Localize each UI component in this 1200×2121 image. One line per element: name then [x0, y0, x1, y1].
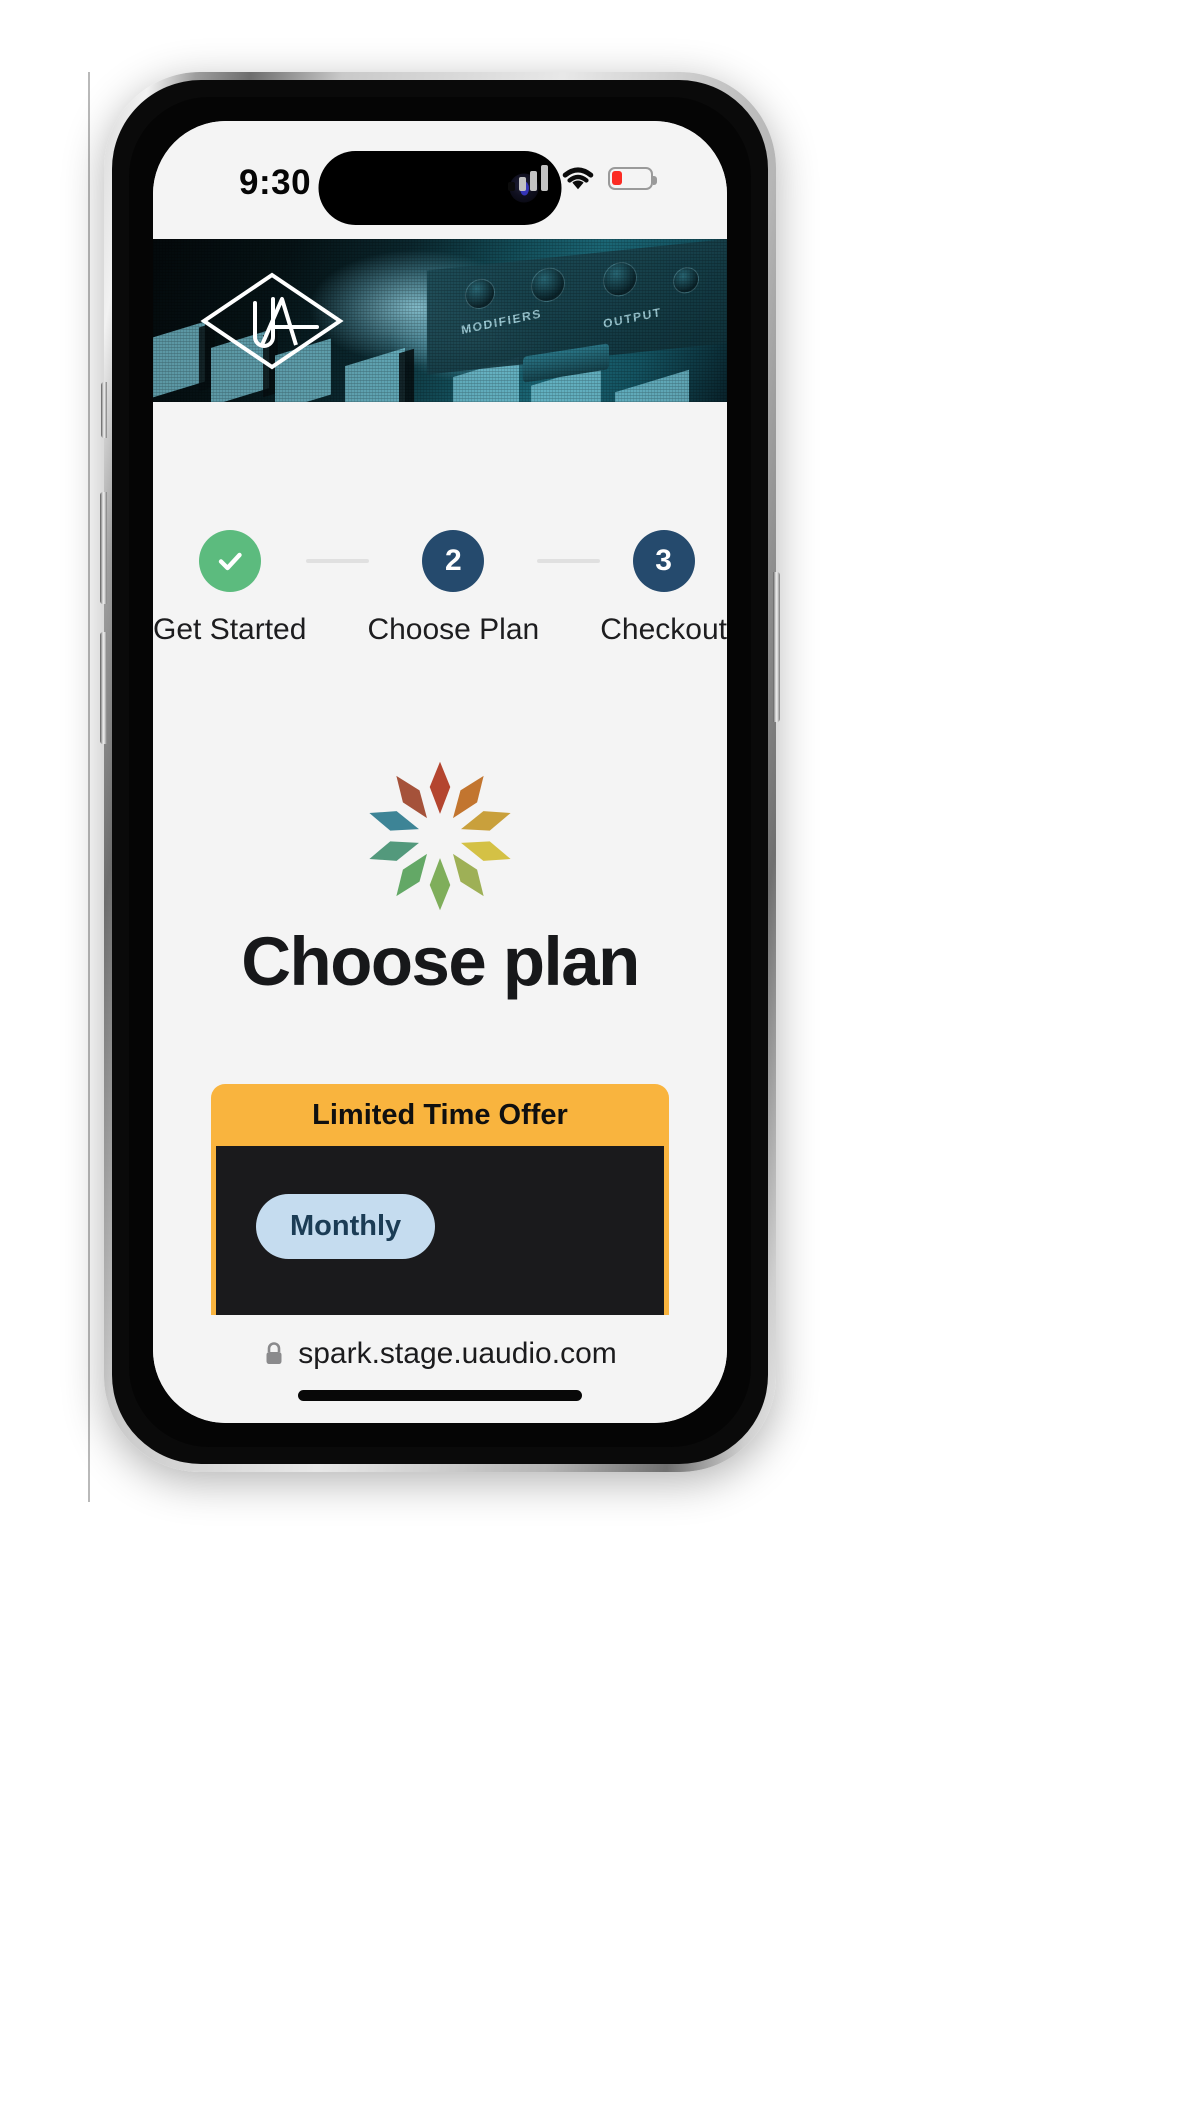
plan-card-body: Monthly $59.97 $0.99 for 3 months and $1…	[216, 1146, 664, 1315]
stepper-connector	[537, 559, 601, 563]
billing-period-pill[interactable]: Monthly	[256, 1194, 436, 1259]
stepper-connector	[306, 559, 370, 563]
hero-banner: MODIFIERS OUTPUT	[153, 239, 727, 402]
phone-device-frame: 9:30 MODIFIERS OUTPUT Get Started 2 Choo…	[100, 72, 780, 1472]
plan-card[interactable]: Limited Time Offer Monthly $59.97 $0.99 …	[211, 1084, 669, 1315]
status-bar-clock: 9:30	[239, 163, 312, 202]
battery-fill	[612, 170, 622, 185]
status-bar: 9:30	[153, 121, 727, 239]
volume-down-button[interactable]	[100, 632, 107, 744]
url-text: spark.stage.uaudio.com	[298, 1337, 617, 1370]
power-button[interactable]	[773, 572, 780, 722]
universal-audio-logo[interactable]	[199, 269, 345, 373]
phone-frame-band: 9:30 MODIFIERS OUTPUT Get Started 2 Choo…	[112, 80, 768, 1464]
limited-time-offer-ribbon: Limited Time Offer	[312, 1098, 568, 1131]
stepper-step-checkout[interactable]: 3 Checkout	[600, 530, 727, 647]
home-indicator[interactable]	[298, 1390, 582, 1401]
lock-icon	[266, 1342, 282, 1364]
phone-screen: 9:30 MODIFIERS OUTPUT Get Started 2 Choo…	[153, 121, 727, 1423]
check-icon	[218, 552, 242, 571]
address-bar[interactable]: spark.stage.uaudio.com	[153, 1337, 727, 1371]
status-bar-icons	[508, 165, 657, 191]
starburst-flower-logo	[369, 761, 511, 911]
checkout-stepper: Get Started 2 Choose Plan 3 Checkout	[153, 530, 727, 647]
battery-low-icon	[608, 166, 657, 190]
step-marker-number: 3	[632, 530, 695, 592]
alignment-guide-line	[88, 72, 90, 1502]
step-label: Choose Plan	[367, 613, 540, 646]
step-marker-complete	[198, 530, 261, 592]
step-label: Get Started	[153, 613, 307, 646]
page-title: Choose plan	[241, 923, 640, 1000]
step-marker-number: 2	[422, 530, 485, 592]
cellular-signal-icon	[508, 165, 548, 191]
wifi-icon	[562, 166, 594, 189]
volume-up-button[interactable]	[100, 492, 107, 604]
phone-bezel: 9:30 MODIFIERS OUTPUT Get Started 2 Choo…	[129, 97, 751, 1447]
stepper-step-get-started[interactable]: Get Started	[153, 530, 306, 647]
stepper-step-choose-plan[interactable]: 2 Choose Plan	[367, 530, 540, 647]
step-label: Checkout	[600, 613, 727, 646]
page-content: Get Started 2 Choose Plan 3 Checkout Cho…	[153, 402, 727, 1315]
silent-switch-button[interactable]	[101, 382, 107, 438]
browser-bottom-bar: spark.stage.uaudio.com	[153, 1315, 727, 1423]
